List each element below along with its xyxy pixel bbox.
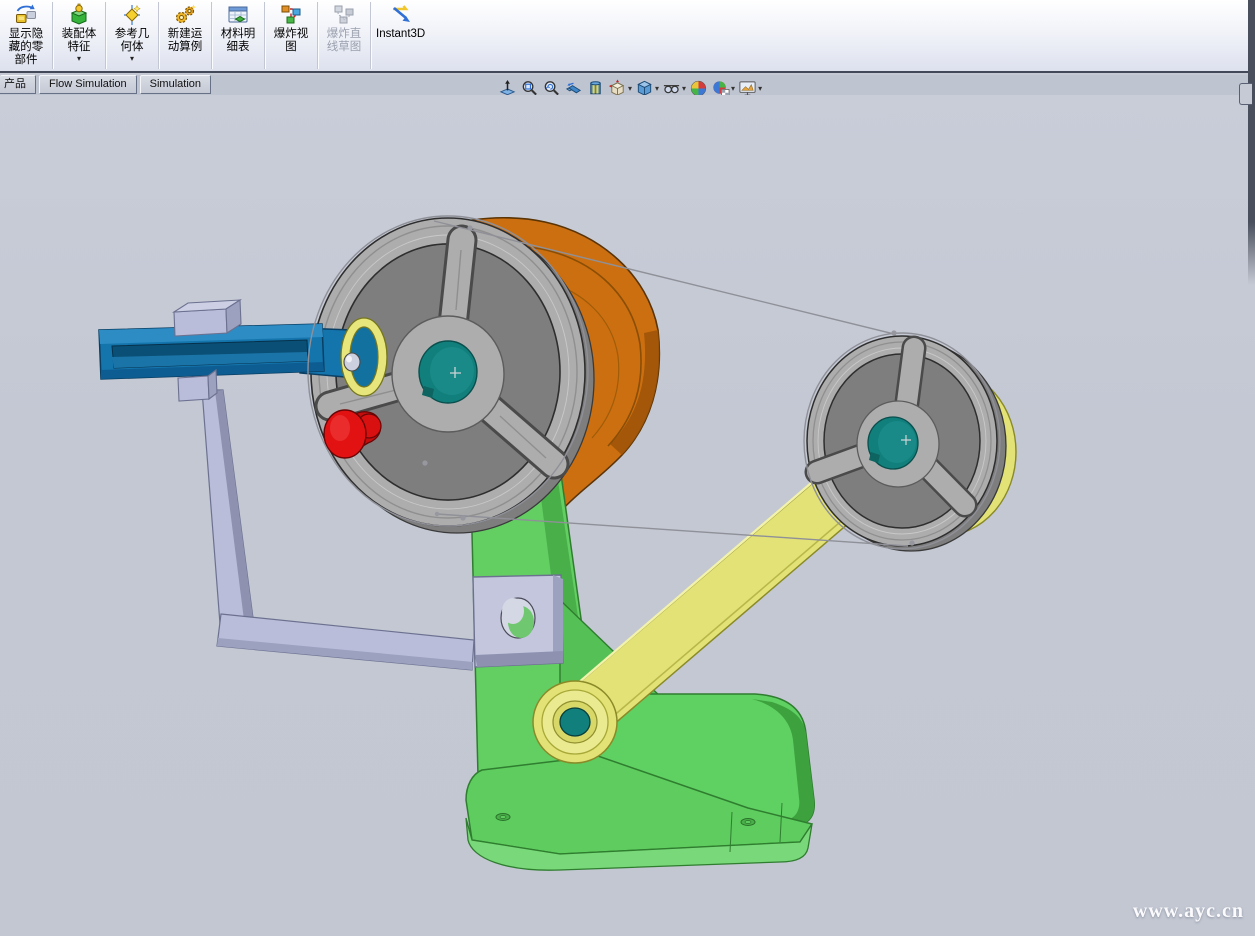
toolbar-button-bill-of-materials[interactable]: 材料明细表 (214, 0, 262, 71)
watermark: www.ayc.cn (1133, 900, 1244, 923)
toolbar-button-label: Instant3D (376, 28, 425, 41)
toolbar-button-new-motion-study[interactable]: 新建运动算例 (161, 0, 209, 71)
new-motion-study-icon (173, 3, 197, 28)
exploded-view-icon (279, 3, 303, 28)
toolbar-separator (158, 2, 159, 69)
idler-ring[interactable] (341, 318, 387, 396)
graphics-area[interactable]: www.ayc.cn (0, 95, 1255, 936)
toolbar-button-reference-geometry[interactable]: 参考几何体▾ (108, 0, 156, 71)
show-hide-components-icon (14, 3, 38, 28)
chevron-down-icon[interactable]: ▾ (655, 84, 659, 93)
toolbar-button-show-hide-components[interactable]: 显示隐藏的零部件 (2, 0, 50, 71)
instant3d-icon (389, 3, 413, 28)
tab-simulation[interactable]: Simulation (140, 75, 211, 94)
toolbar-separator (264, 2, 265, 69)
toolbar-button-instant3d[interactable]: Instant3D (373, 0, 428, 71)
toolbar-separator (211, 2, 212, 69)
toolbar-button-exploded-view[interactable]: 爆炸视图 (267, 0, 315, 71)
toolbar-button-label: 爆炸直线草图 (327, 28, 362, 54)
reference-geometry-icon (120, 3, 144, 28)
chevron-down-icon[interactable]: ▾ (130, 55, 134, 63)
toolbar-separator (370, 2, 371, 69)
task-pane-collapsed-tab[interactable] (1239, 83, 1252, 105)
bill-of-materials-icon (226, 3, 250, 28)
right-panel-edge (1248, 0, 1255, 285)
toolbar-separator (317, 2, 318, 69)
chevron-down-icon[interactable]: ▾ (628, 84, 632, 93)
chevron-down-icon[interactable]: ▾ (731, 84, 735, 93)
toolbar-button-label: 装配体特征 (62, 28, 97, 54)
toolbar-button-label: 爆炸视图 (274, 28, 309, 54)
toolbar-button-label: 显示隐藏的零部件 (9, 28, 44, 67)
chevron-down-icon[interactable]: ▾ (682, 84, 686, 93)
toolbar-separator (105, 2, 106, 69)
tab-flow-simulation[interactable]: Flow Simulation (39, 75, 137, 94)
command-manager-toolbar: 显示隐藏的零部件装配体特征▾参考几何体▾新建运动算例材料明细表爆炸视图爆炸直线草… (0, 0, 1255, 73)
toolbar-button-label: 参考几何体 (115, 28, 150, 54)
toolbar-button-label: 新建运动算例 (168, 28, 203, 54)
handle-bar[interactable] (99, 324, 375, 379)
tab-产品[interactable]: 产品 (0, 75, 36, 94)
assembly-features-icon (67, 3, 91, 28)
chevron-down-icon[interactable]: ▾ (77, 55, 81, 63)
toolbar-button-exploded-line-sketch[interactable]: 爆炸直线草图 (320, 0, 368, 71)
toolbar-separator (52, 2, 53, 69)
chevron-down-icon[interactable]: ▾ (758, 84, 762, 93)
exploded-line-sketch-icon (332, 3, 356, 28)
toolbar-button-label: 材料明细表 (221, 28, 256, 54)
toolbar-button-assembly-features[interactable]: 装配体特征▾ (55, 0, 103, 71)
